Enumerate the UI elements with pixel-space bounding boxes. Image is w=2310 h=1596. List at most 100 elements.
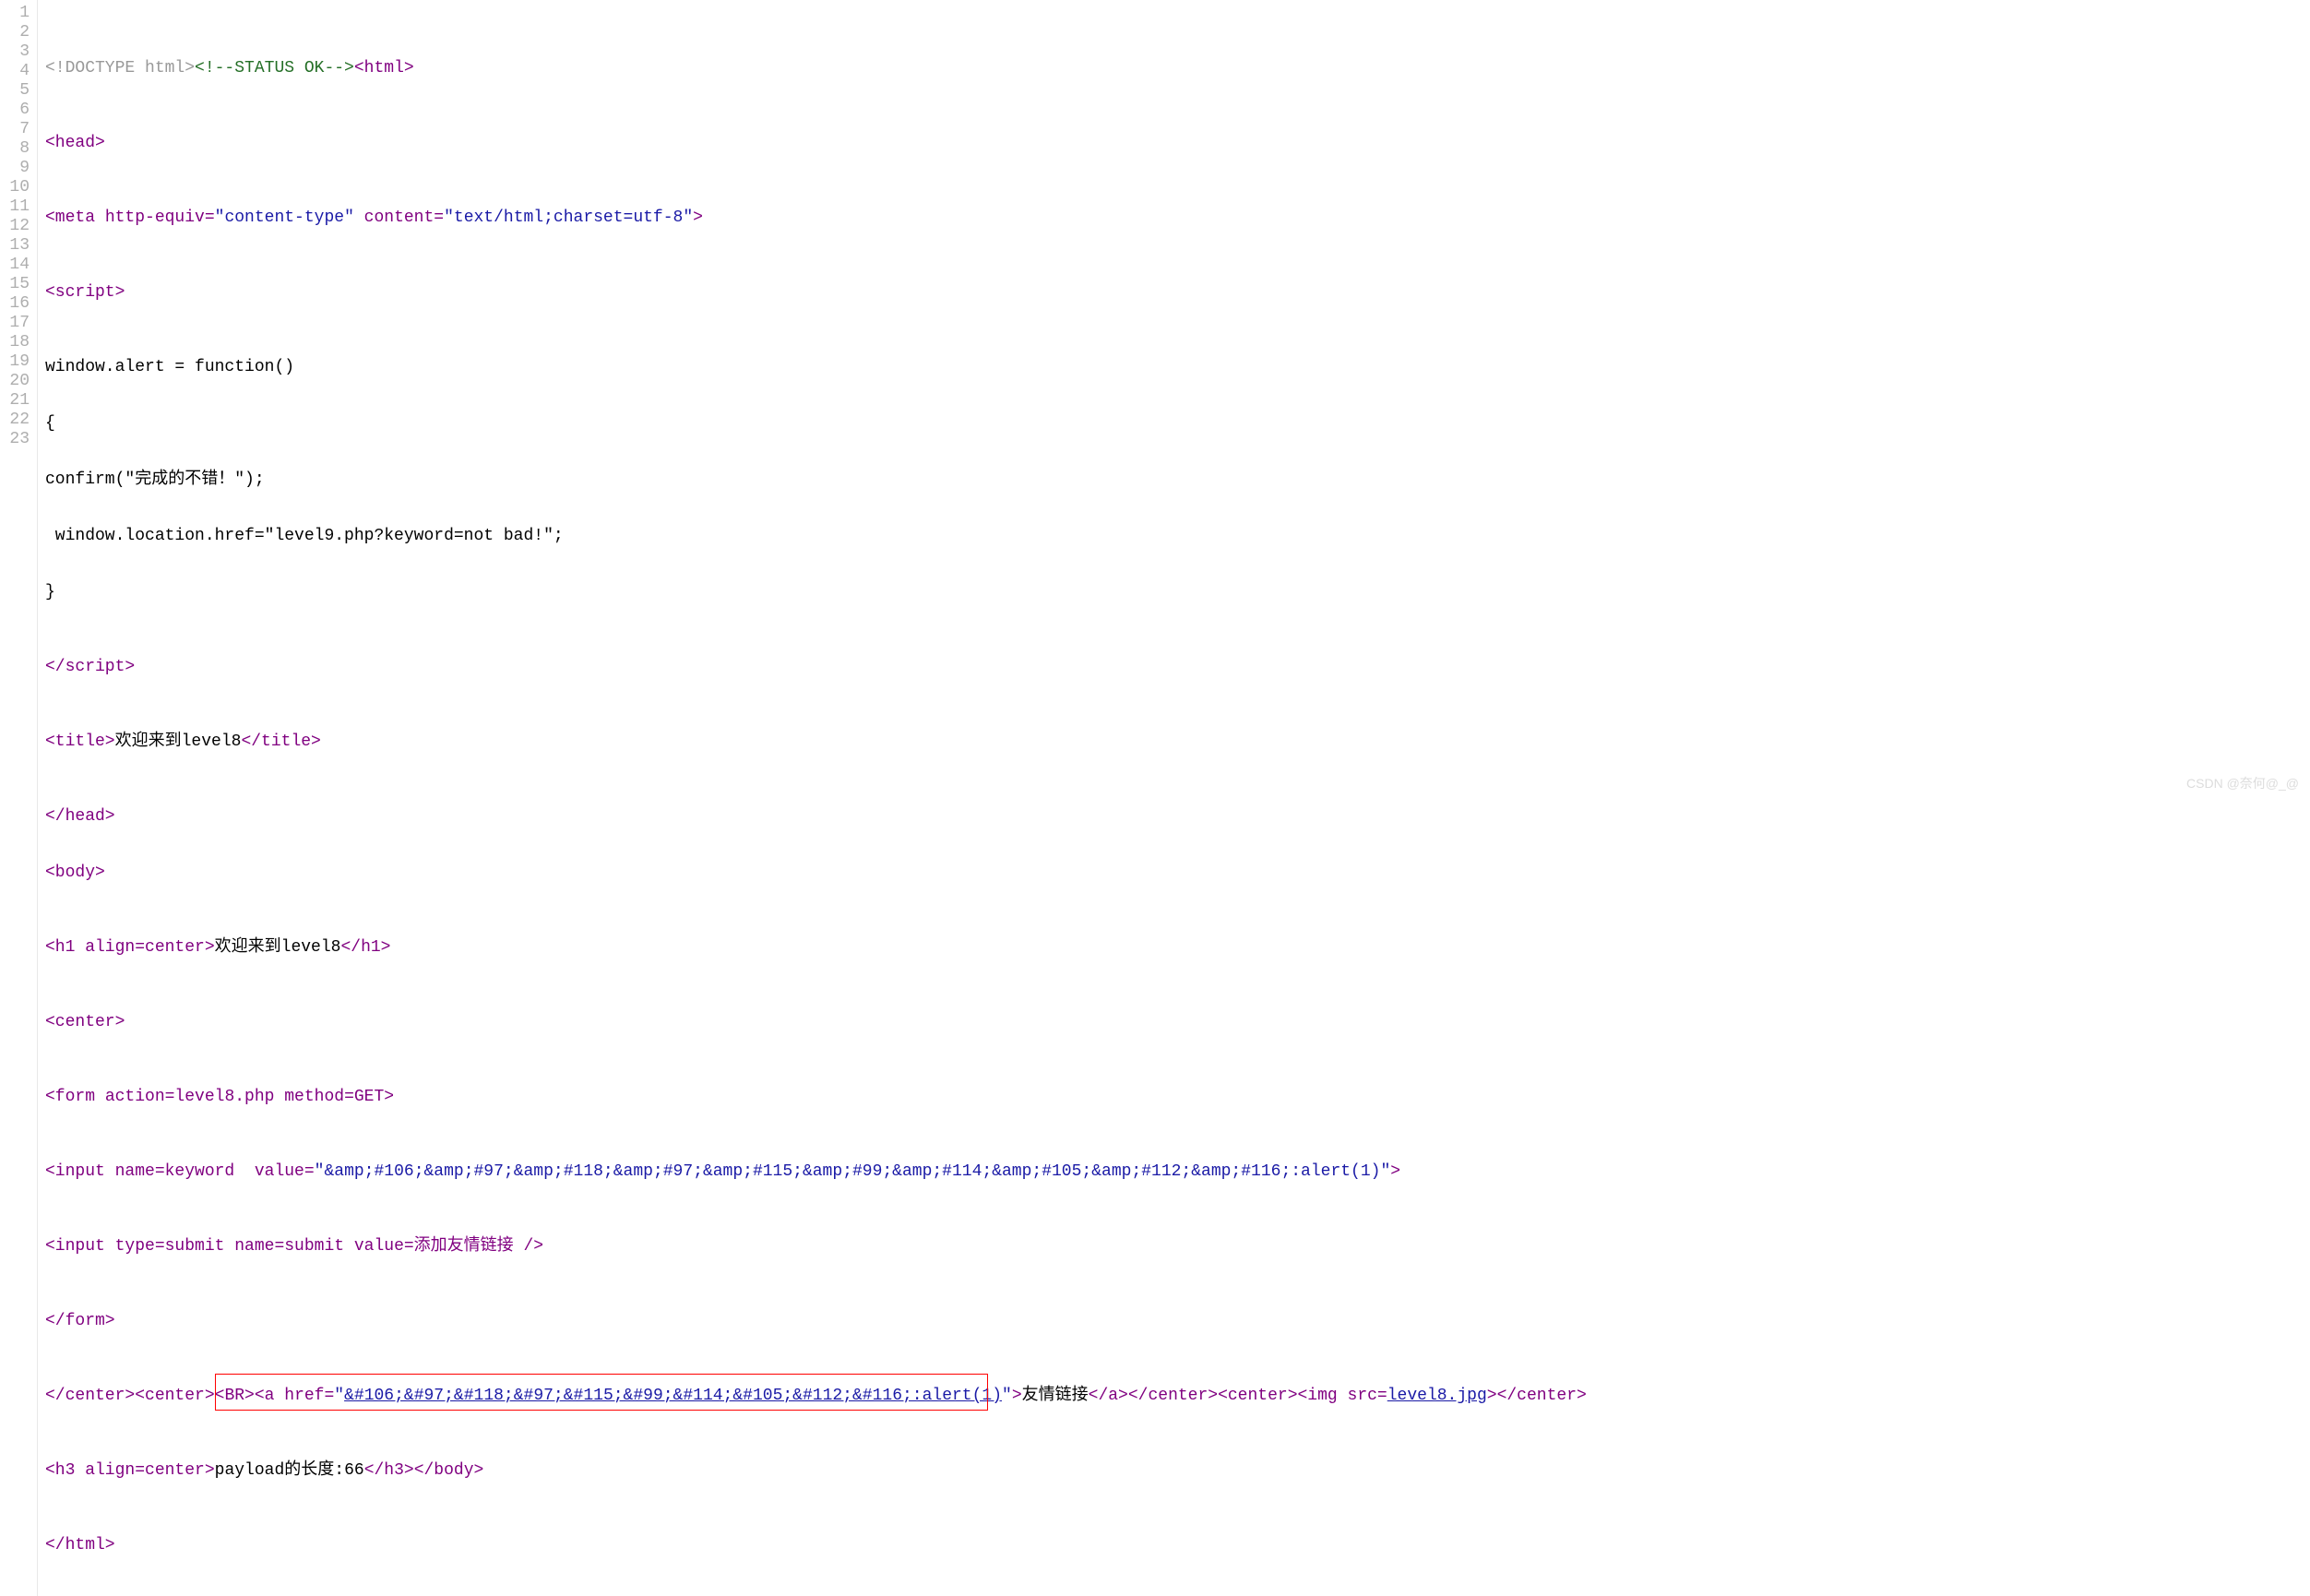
attr-token: href=: [274, 1387, 334, 1405]
code-line[interactable]: <title>欢迎来到level8</title>: [45, 732, 1587, 752]
tag-token: <meta: [45, 208, 95, 227]
attr-token: action=level8.php: [95, 1088, 274, 1106]
tag-token: >: [1012, 1387, 1022, 1405]
line-number: 7: [4, 120, 30, 139]
tag-token: >: [693, 208, 703, 227]
code-line[interactable]: <input name=keyword value="&amp;#106;&am…: [45, 1162, 1587, 1182]
script-text: }: [45, 583, 55, 601]
tag-token: </title>: [241, 732, 320, 751]
code-line[interactable]: <form action=level8.php method=GET>: [45, 1088, 1587, 1107]
attr-token: align=center: [75, 1461, 204, 1480]
line-number: 3: [4, 42, 30, 62]
tag-token: <center>: [45, 1013, 125, 1031]
script-text: window.location.href="level9.php?keyword…: [45, 527, 564, 545]
tag-token: <BR>: [215, 1387, 255, 1405]
tag-token: <h1: [45, 938, 75, 957]
line-number: 12: [4, 217, 30, 236]
code-line[interactable]: </head>: [45, 807, 1587, 827]
code-line[interactable]: </center><center><BR><a href="&#106;&#97…: [45, 1387, 1587, 1406]
line-number: 14: [4, 256, 30, 275]
line-number: 11: [4, 197, 30, 217]
tag-token: >: [205, 1461, 215, 1480]
code-line[interactable]: <body>: [45, 864, 1587, 883]
tag-token: </html>: [45, 1536, 115, 1554]
attr-token: value=: [244, 1162, 315, 1181]
tag-token: <center>: [135, 1387, 214, 1405]
tag-token: <img: [1298, 1387, 1338, 1405]
tag-token: </h1>: [340, 938, 390, 957]
doctype-token: <!DOCTYPE html>: [45, 59, 195, 77]
tag-token: </body>: [414, 1461, 484, 1480]
tag-token: >: [1390, 1162, 1400, 1181]
code-line[interactable]: confirm("完成的不错！");: [45, 470, 1587, 490]
tag-token: />: [523, 1237, 543, 1256]
code-line[interactable]: {: [45, 414, 1587, 434]
tag-token: </head>: [45, 807, 115, 826]
code-line[interactable]: </form>: [45, 1312, 1587, 1331]
string-token: "&amp;#106;&amp;#97;&amp;#118;&amp;#97;&…: [315, 1162, 1391, 1181]
text-token: 欢迎来到level8: [115, 732, 242, 751]
line-number: 1: [4, 4, 30, 23]
code-line[interactable]: <h3 align=center>payload的长度:66</h3></bod…: [45, 1461, 1587, 1481]
code-line[interactable]: <script>: [45, 283, 1587, 303]
line-number: 9: [4, 159, 30, 178]
line-number: 8: [4, 139, 30, 159]
tag-token: </center>: [45, 1387, 135, 1405]
attr-token: method=GET: [274, 1088, 384, 1106]
attr-token: align=center: [75, 938, 204, 957]
code-editor-body[interactable]: <!DOCTYPE html><!--STATUS OK--><html> <h…: [38, 0, 1594, 1596]
attr-token: type=submit name=submit value=添加友情链接: [105, 1237, 524, 1256]
code-line[interactable]: </script>: [45, 658, 1587, 677]
tag-token: <center>: [1218, 1387, 1297, 1405]
string-token: "content-type": [215, 208, 354, 227]
code-line[interactable]: <meta http-equiv="content-type" content=…: [45, 208, 1587, 228]
href-link[interactable]: &#106;&#97;&#118;&#97;&#115;&#99;&#114;&…: [344, 1387, 1002, 1405]
code-line[interactable]: <head>: [45, 134, 1587, 153]
script-text: {: [45, 414, 55, 433]
tag-token: <html>: [354, 59, 414, 77]
comment-token: <!--STATUS OK-->: [195, 59, 354, 77]
tag-token: <input: [45, 1162, 105, 1181]
code-line[interactable]: <!DOCTYPE html><!--STATUS OK--><html>: [45, 59, 1587, 78]
line-number: 4: [4, 62, 30, 81]
code-line[interactable]: <h1 align=center>欢迎来到level8</h1>: [45, 938, 1587, 958]
line-number: 17: [4, 314, 30, 333]
attr-token: http-equiv=: [95, 208, 215, 227]
script-text: confirm("完成的不错！");: [45, 470, 265, 489]
string-token: ": [334, 1387, 344, 1405]
tag-token: <input: [45, 1237, 105, 1256]
line-number: 16: [4, 294, 30, 314]
tag-token: <h3: [45, 1461, 75, 1480]
code-line[interactable]: <input type=submit name=submit value=添加友…: [45, 1237, 1587, 1257]
tag-token: <a: [255, 1387, 275, 1405]
text-token: 欢迎来到level8: [215, 938, 341, 957]
tag-token: </form>: [45, 1312, 115, 1330]
line-number: 20: [4, 372, 30, 391]
line-number: 15: [4, 275, 30, 294]
text-token: payload的长度:66: [215, 1461, 364, 1480]
line-number: 2: [4, 23, 30, 42]
attr-token: name=keyword: [105, 1162, 244, 1181]
line-number: 22: [4, 411, 30, 430]
string-token: "text/html;charset=utf-8": [444, 208, 693, 227]
tag-token: </a>: [1089, 1387, 1128, 1405]
tag-token: </center>: [1497, 1387, 1587, 1405]
line-number: 21: [4, 391, 30, 411]
watermark-text: CSDN @奈何@_@: [2186, 774, 2299, 792]
code-line[interactable]: window.alert = function(): [45, 358, 1587, 377]
code-line[interactable]: }: [45, 583, 1587, 602]
code-line[interactable]: </html>: [45, 1536, 1587, 1555]
tag-token: >: [205, 938, 215, 957]
tag-token: >: [384, 1088, 394, 1106]
code-line[interactable]: <center>: [45, 1013, 1587, 1032]
src-link[interactable]: level8.jpg: [1387, 1387, 1487, 1405]
tag-token: <form: [45, 1088, 95, 1106]
attr-token: src=: [1338, 1387, 1387, 1405]
line-number: 6: [4, 101, 30, 120]
code-line[interactable]: window.location.href="level9.php?keyword…: [45, 527, 1587, 546]
string-token: ": [1002, 1387, 1012, 1405]
tag-token: <title>: [45, 732, 115, 751]
line-number: 19: [4, 352, 30, 372]
tag-token: >: [1487, 1387, 1497, 1405]
script-text: window.alert = function(): [45, 358, 294, 376]
